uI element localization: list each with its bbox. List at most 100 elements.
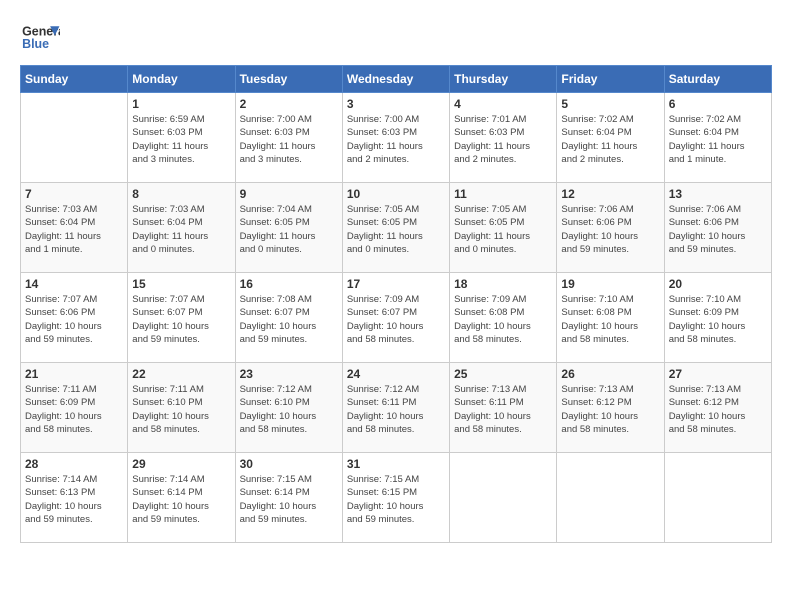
cell-content: Sunrise: 7:01 AM Sunset: 6:03 PM Dayligh… — [454, 113, 552, 166]
cell-content: Sunrise: 7:13 AM Sunset: 6:11 PM Dayligh… — [454, 383, 552, 436]
calendar-cell: 7Sunrise: 7:03 AM Sunset: 6:04 PM Daylig… — [21, 183, 128, 273]
calendar-cell: 22 Sunrise: 7:11 AM Sunset: 6:10 PM Dayli… — [128, 363, 235, 453]
cell-content: Sunrise: 7:08 AM Sunset: 6:07 PM Dayligh… — [240, 293, 338, 346]
calendar-cell: 5 Sunrise: 7:02 AM Sunset: 6:04 PM Daylig… — [557, 93, 664, 183]
calendar-cell — [21, 93, 128, 183]
cell-content: Sunrise: 7:05 AM Sunset: 6:05 PM Dayligh… — [347, 203, 445, 256]
calendar-cell — [664, 453, 771, 543]
calendar-cell: 12Sunrise: 7:06 AM Sunset: 6:06 PM Dayli… — [557, 183, 664, 273]
calendar-cell: 14 Sunrise: 7:07 AM Sunset: 6:06 PM Dayli… — [21, 273, 128, 363]
calendar-cell: 4 Sunrise: 7:01 AM Sunset: 6:03 PM Daylig… — [450, 93, 557, 183]
day-number: 27 — [669, 367, 767, 381]
calendar-cell: 18 Sunrise: 7:09 AM Sunset: 6:08 PM Dayli… — [450, 273, 557, 363]
cell-content: Sunrise: 7:07 AM Sunset: 6:07 PM Dayligh… — [132, 293, 230, 346]
calendar-cell: 15 Sunrise: 7:07 AM Sunset: 6:07 PM Dayli… — [128, 273, 235, 363]
weekday-header-friday: Friday — [557, 66, 664, 93]
day-number: 22 — [132, 367, 230, 381]
cell-content: Sunrise: 7:03 AM Sunset: 6:04 PM Dayligh… — [132, 203, 230, 256]
cell-content: Sunrise: 7:14 AM Sunset: 6:13 PM Dayligh… — [25, 473, 123, 526]
calendar-cell: 24 Sunrise: 7:12 AM Sunset: 6:11 PM Dayli… — [342, 363, 449, 453]
calendar-cell: 17Sunrise: 7:09 AM Sunset: 6:07 PM Dayli… — [342, 273, 449, 363]
cell-content: Sunrise: 7:12 AM Sunset: 6:11 PM Dayligh… — [347, 383, 445, 436]
cell-content: Sunrise: 7:06 AM Sunset: 6:06 PM Dayligh… — [561, 203, 659, 256]
day-number: 28 — [25, 457, 123, 471]
calendar-cell: 6 Sunrise: 7:02 AM Sunset: 6:04 PM Daylig… — [664, 93, 771, 183]
calendar-week-3: 14 Sunrise: 7:07 AM Sunset: 6:06 PM Dayli… — [21, 273, 772, 363]
weekday-header-thursday: Thursday — [450, 66, 557, 93]
day-number: 10 — [347, 187, 445, 201]
day-number: 5 — [561, 97, 659, 111]
calendar-week-2: 7Sunrise: 7:03 AM Sunset: 6:04 PM Daylig… — [21, 183, 772, 273]
day-number: 9 — [240, 187, 338, 201]
calendar-cell: 3Sunrise: 7:00 AM Sunset: 6:03 PM Daylig… — [342, 93, 449, 183]
cell-content: Sunrise: 6:59 AM Sunset: 6:03 PM Dayligh… — [132, 113, 230, 166]
cell-content: Sunrise: 7:07 AM Sunset: 6:06 PM Dayligh… — [25, 293, 123, 346]
cell-content: Sunrise: 7:09 AM Sunset: 6:08 PM Dayligh… — [454, 293, 552, 346]
day-number: 19 — [561, 277, 659, 291]
day-number: 11 — [454, 187, 552, 201]
cell-content: Sunrise: 7:10 AM Sunset: 6:09 PM Dayligh… — [669, 293, 767, 346]
calendar-cell: 29 Sunrise: 7:14 AM Sunset: 6:14 PM Dayli… — [128, 453, 235, 543]
logo: General Blue — [20, 20, 64, 55]
day-number: 18 — [454, 277, 552, 291]
calendar-cell: 13Sunrise: 7:06 AM Sunset: 6:06 PM Dayli… — [664, 183, 771, 273]
calendar-week-1: 1Sunrise: 6:59 AM Sunset: 6:03 PM Daylig… — [21, 93, 772, 183]
day-number: 21 — [25, 367, 123, 381]
calendar-cell: 19 Sunrise: 7:10 AM Sunset: 6:08 PM Dayli… — [557, 273, 664, 363]
page-header: General Blue — [20, 20, 772, 55]
weekday-header-sunday: Sunday — [21, 66, 128, 93]
cell-content: Sunrise: 7:12 AM Sunset: 6:10 PM Dayligh… — [240, 383, 338, 436]
cell-content: Sunrise: 7:15 AM Sunset: 6:15 PM Dayligh… — [347, 473, 445, 526]
calendar-cell: 30 Sunrise: 7:15 AM Sunset: 6:14 PM Dayli… — [235, 453, 342, 543]
cell-content: Sunrise: 7:02 AM Sunset: 6:04 PM Dayligh… — [669, 113, 767, 166]
weekday-header-wednesday: Wednesday — [342, 66, 449, 93]
cell-content: Sunrise: 7:13 AM Sunset: 6:12 PM Dayligh… — [561, 383, 659, 436]
cell-content: Sunrise: 7:13 AM Sunset: 6:12 PM Dayligh… — [669, 383, 767, 436]
day-number: 14 — [25, 277, 123, 291]
cell-content: Sunrise: 7:11 AM Sunset: 6:10 PM Dayligh… — [132, 383, 230, 436]
weekday-header-monday: Monday — [128, 66, 235, 93]
cell-content: Sunrise: 7:00 AM Sunset: 6:03 PM Dayligh… — [240, 113, 338, 166]
day-number: 30 — [240, 457, 338, 471]
calendar-cell: 31Sunrise: 7:15 AM Sunset: 6:15 PM Dayli… — [342, 453, 449, 543]
calendar-cell: 11 Sunrise: 7:05 AM Sunset: 6:05 PM Dayli… — [450, 183, 557, 273]
calendar-cell — [557, 453, 664, 543]
cell-content: Sunrise: 7:14 AM Sunset: 6:14 PM Dayligh… — [132, 473, 230, 526]
cell-content: Sunrise: 7:02 AM Sunset: 6:04 PM Dayligh… — [561, 113, 659, 166]
cell-content: Sunrise: 7:00 AM Sunset: 6:03 PM Dayligh… — [347, 113, 445, 166]
calendar-cell: 26 Sunrise: 7:13 AM Sunset: 6:12 PM Dayli… — [557, 363, 664, 453]
day-number: 8 — [132, 187, 230, 201]
cell-content: Sunrise: 7:15 AM Sunset: 6:14 PM Dayligh… — [240, 473, 338, 526]
calendar-cell: 20Sunrise: 7:10 AM Sunset: 6:09 PM Dayli… — [664, 273, 771, 363]
calendar-cell: 25 Sunrise: 7:13 AM Sunset: 6:11 PM Dayli… — [450, 363, 557, 453]
day-number: 29 — [132, 457, 230, 471]
cell-content: Sunrise: 7:09 AM Sunset: 6:07 PM Dayligh… — [347, 293, 445, 346]
logo-icon: General Blue — [20, 20, 60, 55]
calendar-table: SundayMondayTuesdayWednesdayThursdayFrid… — [20, 65, 772, 543]
calendar-cell: 28 Sunrise: 7:14 AM Sunset: 6:13 PM Dayli… — [21, 453, 128, 543]
calendar-cell: 8 Sunrise: 7:03 AM Sunset: 6:04 PM Daylig… — [128, 183, 235, 273]
day-number: 26 — [561, 367, 659, 381]
day-number: 16 — [240, 277, 338, 291]
svg-text:Blue: Blue — [22, 37, 49, 51]
cell-content: Sunrise: 7:10 AM Sunset: 6:08 PM Dayligh… — [561, 293, 659, 346]
day-number: 6 — [669, 97, 767, 111]
calendar-week-5: 28 Sunrise: 7:14 AM Sunset: 6:13 PM Dayli… — [21, 453, 772, 543]
day-number: 2 — [240, 97, 338, 111]
calendar-cell: 9 Sunrise: 7:04 AM Sunset: 6:05 PM Daylig… — [235, 183, 342, 273]
cell-content: Sunrise: 7:11 AM Sunset: 6:09 PM Dayligh… — [25, 383, 123, 436]
calendar-cell: 23Sunrise: 7:12 AM Sunset: 6:10 PM Dayli… — [235, 363, 342, 453]
day-number: 25 — [454, 367, 552, 381]
calendar-cell: 10 Sunrise: 7:05 AM Sunset: 6:05 PM Dayli… — [342, 183, 449, 273]
calendar-cell: 27 Sunrise: 7:13 AM Sunset: 6:12 PM Dayli… — [664, 363, 771, 453]
cell-content: Sunrise: 7:06 AM Sunset: 6:06 PM Dayligh… — [669, 203, 767, 256]
day-number: 24 — [347, 367, 445, 381]
calendar-week-4: 21 Sunrise: 7:11 AM Sunset: 6:09 PM Dayli… — [21, 363, 772, 453]
calendar-cell: 2 Sunrise: 7:00 AM Sunset: 6:03 PM Daylig… — [235, 93, 342, 183]
day-number: 15 — [132, 277, 230, 291]
cell-content: Sunrise: 7:04 AM Sunset: 6:05 PM Dayligh… — [240, 203, 338, 256]
day-number: 4 — [454, 97, 552, 111]
weekday-header-tuesday: Tuesday — [235, 66, 342, 93]
calendar-cell — [450, 453, 557, 543]
cell-content: Sunrise: 7:05 AM Sunset: 6:05 PM Dayligh… — [454, 203, 552, 256]
